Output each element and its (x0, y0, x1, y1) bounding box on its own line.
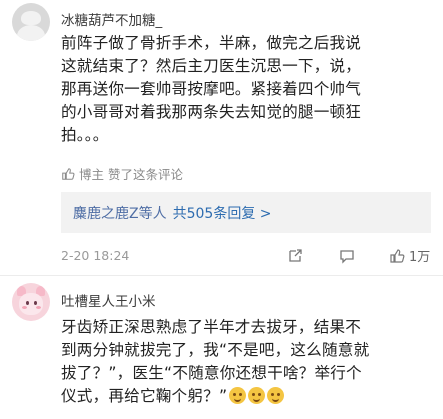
author-liked-note: 博主 赞了这条评论 (61, 164, 183, 183)
share-icon[interactable] (287, 248, 303, 264)
comment-line: 仪式，再给它鞠个躬？” (61, 387, 228, 405)
comment-line-last: 仪式，再给它鞠个躬？” (61, 385, 431, 408)
avatar[interactable] (12, 3, 50, 41)
replies-box[interactable]: 麋鹿之鹿Z等人 共505条回复 > (61, 192, 431, 233)
comment-line: 那再送你一套帅哥按摩吧。紧接着四个帅气 (61, 80, 362, 98)
comment-text: 前阵子做了骨折手术，半麻，做完之后我说 这就结束了？然后主刀医生沉思一下，说， … (61, 32, 431, 147)
laughing-emoji-icon (229, 387, 247, 404)
laughing-emoji-icon (248, 387, 266, 404)
username[interactable]: 冰糖葫芦不加糖_ (61, 9, 162, 29)
comment-line: 这就结束了？然后主刀医生沉思一下，说， (61, 57, 362, 75)
username[interactable]: 吐槽星人王小米 (61, 290, 156, 310)
comment-actions: 1万 (287, 246, 430, 265)
comment-item: 冰糖葫芦不加糖_ 前阵子做了骨折手术，半麻，做完之后我说 这就结束了？然后主刀医… (0, 0, 443, 270)
comment-icon[interactable] (339, 248, 355, 264)
comment-line: 的小哥哥对着我那两条失去知觉的腿一顿狂 (61, 103, 362, 121)
avatar[interactable] (12, 283, 50, 321)
author-liked-text: 博主 赞了这条评论 (79, 167, 183, 182)
comment-line: 拔了？”，医生“不随意你还想干啥？举行个 (61, 364, 362, 382)
comment-line: 前阵子做了骨折手术，半麻，做完之后我说 (61, 34, 362, 52)
comment-line: 拍。。。 (61, 126, 109, 144)
laughing-emoji-icon (267, 387, 285, 404)
comment-time: 2-20 18:24 (61, 248, 130, 263)
like-count: 1万 (409, 250, 431, 265)
comment-line: 到两分钟就拔完了，我“不是吧，这么随意就 (61, 341, 370, 359)
comment-line: 牙齿矫正深思熟虑了半年才去拔牙，结果不 (61, 318, 362, 336)
comment-text: 牙齿矫正深思熟虑了半年才去拔牙，结果不 到两分钟就拔完了，我“不是吧，这么随意就… (61, 316, 431, 408)
divider (0, 275, 443, 276)
replies-count-link[interactable]: 共505条回复 > (173, 203, 272, 223)
replies-users[interactable]: 麋鹿之鹿Z等人 (73, 203, 167, 223)
like-icon[interactable] (389, 248, 405, 264)
thumb-up-icon (62, 167, 75, 180)
comment-item: 吐槽星人王小米 牙齿矫正深思熟虑了半年才去拔牙，结果不 到两分钟就拔完了，我“不… (0, 280, 443, 419)
